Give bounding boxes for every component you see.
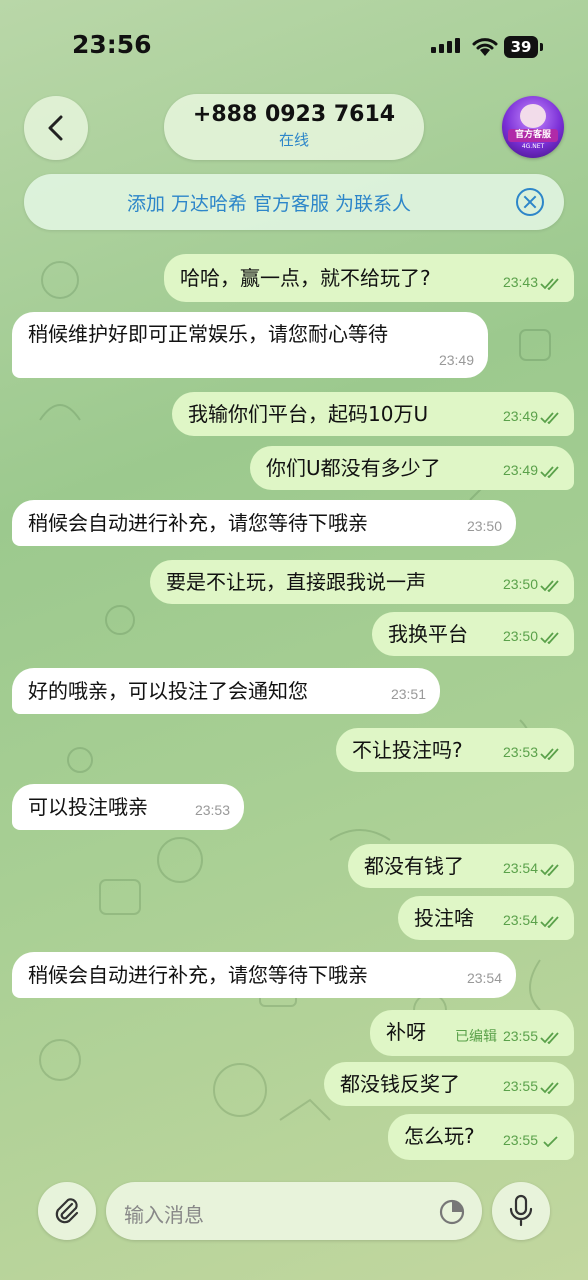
double-check-icon bbox=[540, 412, 559, 424]
message-text: 都没有钱了 bbox=[364, 854, 464, 878]
message-time: 23:53 bbox=[194, 802, 230, 818]
message-bubble[interactable]: 怎么玩? 23:55 bbox=[388, 1114, 574, 1160]
message-text: 哈哈，赢一点，就不给玩了? bbox=[180, 266, 431, 290]
message-time: 23:55 bbox=[502, 1132, 538, 1148]
avatar-face bbox=[520, 104, 546, 128]
message-text: 可以投注哦亲 bbox=[28, 795, 148, 819]
message-text: 我输你们平台，起码10万U bbox=[188, 402, 429, 426]
status-bar: 23:56 39 bbox=[0, 0, 588, 90]
avatar-site: 4G.NET bbox=[521, 143, 545, 150]
message-bubble[interactable]: 可以投注哦亲 23:53 bbox=[12, 784, 244, 830]
double-check-icon bbox=[540, 580, 559, 592]
chat-title[interactable]: +888 0923 7614 在线 bbox=[164, 94, 424, 160]
message-bubble[interactable]: 都没有钱了 23:54 bbox=[348, 844, 574, 888]
message-bubble[interactable]: 都没钱反奖了 23:55 bbox=[324, 1062, 574, 1106]
message-time: 23:53 bbox=[502, 744, 538, 760]
message-time: 23:50 bbox=[502, 576, 538, 592]
message-bubble[interactable]: 稍候维护好即可正常娱乐，请您耐心等待 23:49 bbox=[12, 312, 488, 378]
message-text: 你们U都没有多少了 bbox=[266, 456, 441, 480]
attach-icon bbox=[55, 1198, 79, 1224]
message-placeholder: 输入消息 bbox=[124, 1203, 204, 1227]
message-meta: 已编辑 23:55 bbox=[455, 1026, 538, 1046]
battery-indicator: 39 bbox=[504, 36, 543, 58]
add-contact-banner[interactable]: 添加 万达哈希 官方客服 为联系人 bbox=[24, 174, 564, 230]
message-bubble[interactable]: 我输你们平台，起码10万U 23:49 bbox=[172, 392, 574, 436]
online-status: 在线 bbox=[278, 131, 309, 149]
message-time: 23:54 bbox=[502, 860, 538, 876]
single-check-icon bbox=[543, 1136, 558, 1148]
double-check-icon bbox=[540, 748, 559, 760]
message-time: 23:54 bbox=[466, 970, 502, 986]
message-text: 稍候会自动进行补充，请您等待下哦亲 bbox=[28, 511, 368, 535]
double-check-icon bbox=[540, 864, 559, 876]
message-time: 23:49 bbox=[502, 462, 538, 478]
avatar-tag: 官方客服 bbox=[508, 129, 558, 142]
message-text: 我换平台 bbox=[388, 622, 468, 646]
message-time: 23:49 bbox=[438, 352, 474, 368]
message-time: 23:55 bbox=[502, 1028, 538, 1044]
back-button[interactable] bbox=[24, 96, 88, 160]
close-icon[interactable] bbox=[516, 188, 544, 216]
message-text: 都没钱反奖了 bbox=[340, 1072, 460, 1096]
double-check-icon bbox=[540, 278, 559, 290]
message-bubble[interactable]: 稍候会自动进行补充，请您等待下哦亲 23:50 bbox=[12, 500, 516, 546]
signal-icon bbox=[431, 38, 460, 53]
add-contact-text[interactable]: 添加 万达哈希 官方客服 为联系人 bbox=[24, 189, 514, 216]
message-text: 要是不让玩，直接跟我说一声 bbox=[166, 570, 426, 594]
edited-label: 已编辑 bbox=[454, 1028, 497, 1044]
message-input[interactable]: 输入消息 bbox=[106, 1182, 482, 1240]
wifi-icon bbox=[472, 38, 498, 56]
message-bubble[interactable]: 不让投注吗? 23:53 bbox=[336, 728, 574, 772]
message-text: 稍候维护好即可正常娱乐，请您耐心等待 bbox=[28, 322, 388, 346]
message-bubble[interactable]: 我换平台 23:50 bbox=[372, 612, 574, 656]
message-bubble[interactable]: 补呀 已编辑 23:55 bbox=[370, 1010, 574, 1056]
double-check-icon bbox=[540, 1032, 559, 1044]
message-time: 23:50 bbox=[466, 518, 502, 534]
message-text: 不让投注吗? bbox=[352, 738, 463, 762]
mic-icon bbox=[509, 1194, 533, 1227]
message-bubble[interactable]: 你们U都没有多少了 23:49 bbox=[250, 446, 574, 490]
message-time: 23:50 bbox=[502, 628, 538, 644]
message-bubble[interactable]: 投注啥 23:54 bbox=[398, 896, 574, 940]
sticker-icon[interactable] bbox=[438, 1198, 466, 1226]
message-text: 怎么玩? bbox=[404, 1124, 475, 1148]
message-bubble[interactable]: 好的哦亲，可以投注了会通知您 23:51 bbox=[12, 668, 440, 714]
message-time: 23:51 bbox=[390, 686, 426, 702]
message-text: 好的哦亲，可以投注了会通知您 bbox=[28, 679, 308, 703]
message-text: 补呀 bbox=[386, 1020, 426, 1044]
double-check-icon bbox=[540, 916, 559, 928]
avatar[interactable]: 官方客服 4G.NET bbox=[502, 96, 564, 158]
contact-phone: +888 0923 7614 bbox=[192, 102, 396, 127]
message-bubble[interactable]: 要是不让玩，直接跟我说一声 23:50 bbox=[150, 560, 574, 604]
message-time: 23:49 bbox=[502, 408, 538, 424]
clock: 23:56 bbox=[72, 30, 152, 59]
back-icon bbox=[48, 115, 63, 141]
message-bubble[interactable]: 稍候会自动进行补充，请您等待下哦亲 23:54 bbox=[12, 952, 516, 998]
double-check-icon bbox=[540, 1082, 559, 1094]
message-text: 稍候会自动进行补充，请您等待下哦亲 bbox=[28, 963, 368, 987]
double-check-icon bbox=[540, 466, 559, 478]
message-time: 23:43 bbox=[502, 274, 538, 290]
message-text: 投注啥 bbox=[414, 906, 474, 930]
message-bubble[interactable]: 哈哈，赢一点，就不给玩了? 23:43 bbox=[164, 254, 574, 302]
message-time: 23:55 bbox=[502, 1078, 538, 1094]
attach-button[interactable] bbox=[38, 1182, 96, 1240]
mic-button[interactable] bbox=[492, 1182, 550, 1240]
message-time: 23:54 bbox=[502, 912, 538, 928]
double-check-icon bbox=[540, 632, 559, 644]
